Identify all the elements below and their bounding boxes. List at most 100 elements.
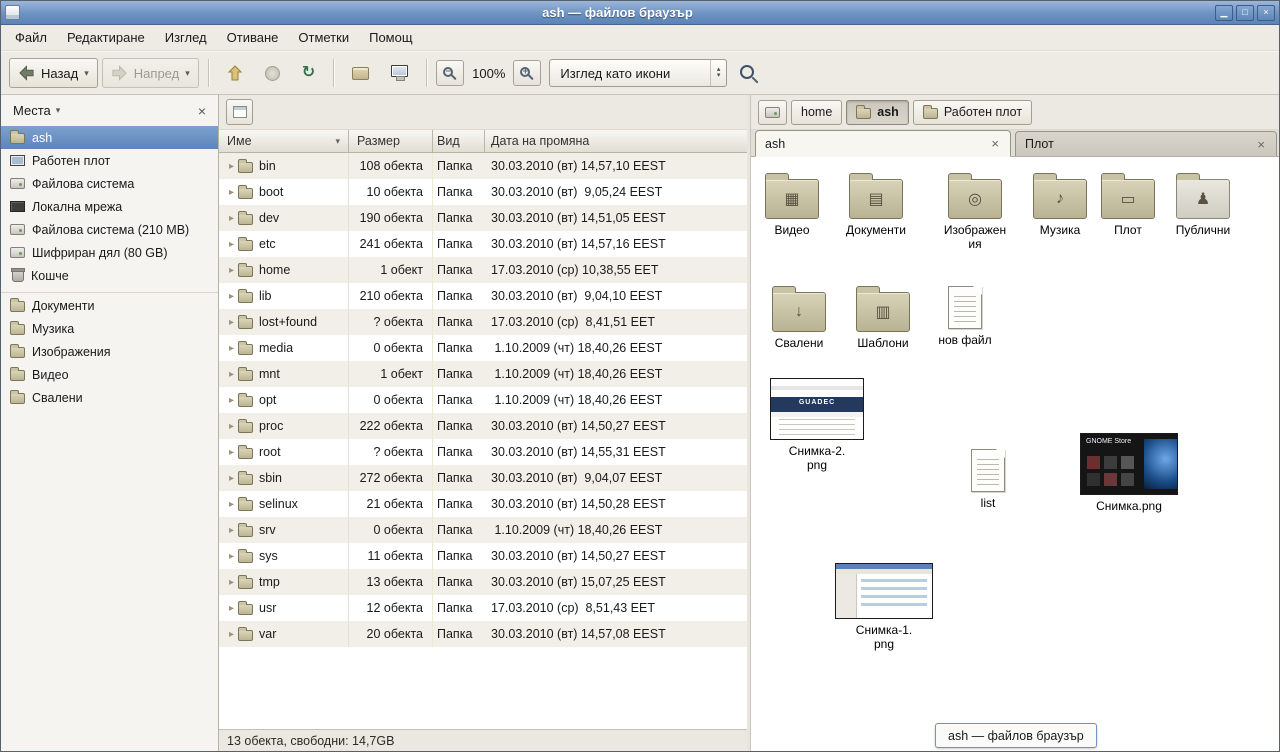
expander-icon[interactable]: ▸ [225, 369, 238, 380]
file-icon-item[interactable]: ♟ Публични [1165, 170, 1241, 237]
file-row[interactable]: ▸ bin 108 обекта Папка 30.03.2010 (вт) 1… [219, 153, 747, 179]
sidebar-item[interactable]: Видео [1, 363, 218, 386]
menu-item[interactable]: Изглед [155, 25, 217, 50]
file-icon-item[interactable]: GUADEC Снимка-2. png [767, 378, 867, 473]
back-dropdown-icon[interactable]: ▾ [84, 68, 89, 79]
expander-icon[interactable]: ▸ [225, 421, 238, 432]
column-header-name[interactable]: Име ▾ [219, 130, 349, 152]
expander-icon[interactable]: ▸ [225, 473, 238, 484]
window-menu-icon[interactable] [5, 5, 20, 20]
pane-location-toggle-button[interactable] [226, 99, 253, 125]
expander-icon[interactable]: ▸ [225, 161, 238, 172]
places-selector[interactable]: Места ▾ [9, 101, 64, 120]
menu-item[interactable]: Отиване [217, 25, 289, 50]
expander-icon[interactable]: ▸ [225, 239, 238, 250]
view-mode-select[interactable]: Изглед като икони ▴ ▾ [549, 59, 727, 87]
file-icon-item[interactable]: нов файл [931, 283, 999, 347]
file-row[interactable]: ▸ mnt 1 обект Папка 1.10.2009 (чт) 18,40… [219, 361, 747, 387]
tab-close-icon[interactable]: × [989, 137, 1001, 150]
expander-icon[interactable]: ▸ [225, 265, 238, 276]
sidebar-close-button[interactable]: × [194, 103, 210, 119]
sidebar-item[interactable]: Свалени [1, 386, 218, 409]
expander-icon[interactable]: ▸ [225, 395, 238, 406]
file-icon-item[interactable]: GNOME Store Снимка.png [1075, 433, 1183, 513]
sidebar-item[interactable]: Кошче [1, 264, 218, 287]
file-row[interactable]: ▸ srv 0 обекта Папка 1.10.2009 (чт) 18,4… [219, 517, 747, 543]
file-row[interactable]: ▸ home 1 обект Папка 17.03.2010 (ср) 10,… [219, 257, 747, 283]
file-icon-item[interactable]: ▥ Шаблони [845, 283, 921, 350]
titlebar[interactable]: ash — файлов браузър ▁ □ × [1, 1, 1279, 25]
zoom-in-button[interactable]: + [513, 60, 541, 86]
tab-plot[interactable]: Плот × [1015, 131, 1277, 156]
file-icon-item[interactable]: Снимка-1. png [830, 563, 938, 652]
up-button[interactable] [218, 58, 252, 88]
expander-icon[interactable]: ▸ [225, 447, 238, 458]
file-row[interactable]: ▸ tmp 13 обекта Папка 30.03.2010 (вт) 15… [219, 569, 747, 595]
file-icon-item[interactable]: ▦ Видео [754, 170, 830, 237]
forward-dropdown-icon[interactable]: ▾ [185, 68, 190, 79]
file-row[interactable]: ▸ media 0 обекта Папка 1.10.2009 (чт) 18… [219, 335, 747, 361]
expander-icon[interactable]: ▸ [225, 291, 238, 302]
file-row[interactable]: ▸ opt 0 обекта Папка 1.10.2009 (чт) 18,4… [219, 387, 747, 413]
file-icon-item[interactable]: ↓ Свалени [761, 283, 837, 350]
file-row[interactable]: ▸ proc 222 обекта Папка 30.03.2010 (вт) … [219, 413, 747, 439]
stop-button[interactable] [256, 58, 289, 88]
expander-icon[interactable]: ▸ [225, 317, 238, 328]
sidebar-item[interactable]: Файлова система [1, 172, 218, 195]
expander-icon[interactable]: ▸ [225, 551, 238, 562]
breadcrumb-home-button[interactable]: home [791, 100, 842, 125]
column-header-date[interactable]: Дата на промяна [485, 130, 747, 152]
menu-item[interactable]: Редактиране [57, 25, 155, 50]
file-row[interactable]: ▸ usr 12 обекта Папка 17.03.2010 (ср) 8,… [219, 595, 747, 621]
expander-icon[interactable]: ▸ [225, 343, 238, 354]
file-row[interactable]: ▸ dev 190 обекта Папка 30.03.2010 (вт) 1… [219, 205, 747, 231]
zoom-out-button[interactable]: − [436, 60, 464, 86]
reload-button[interactable]: ↻ [293, 58, 324, 88]
expander-icon[interactable]: ▸ [225, 187, 238, 198]
sidebar-item[interactable]: Документи [1, 292, 218, 317]
expander-icon[interactable]: ▸ [225, 525, 238, 536]
file-icon-item[interactable]: ♪ Музика [1022, 170, 1098, 237]
sidebar-item[interactable]: ash [1, 126, 218, 149]
combo-spinner-icon[interactable]: ▴ ▾ [710, 60, 727, 86]
minimize-button[interactable]: ▁ [1215, 5, 1233, 21]
sidebar-item[interactable]: Изображения [1, 340, 218, 363]
expander-icon[interactable]: ▸ [225, 629, 238, 640]
tab-ash[interactable]: ash × [755, 130, 1011, 157]
menu-item[interactable]: Файл [5, 25, 57, 50]
file-row[interactable]: ▸ sys 11 обекта Папка 30.03.2010 (вт) 14… [219, 543, 747, 569]
sidebar-item[interactable]: Музика [1, 317, 218, 340]
taskbar-window-button[interactable]: ash — файлов браузър [935, 723, 1097, 748]
file-row[interactable]: ▸ lost+found ? обекта Папка 17.03.2010 (… [219, 309, 747, 335]
breadcrumb-desktop-button[interactable]: Работен плот [913, 100, 1032, 125]
file-row[interactable]: ▸ lib 210 обекта Папка 30.03.2010 (вт) 9… [219, 283, 747, 309]
file-row[interactable]: ▸ sbin 272 обекта Папка 30.03.2010 (вт) … [219, 465, 747, 491]
sidebar-item[interactable]: Локална мрежа [1, 195, 218, 218]
tab-close-icon[interactable]: × [1255, 138, 1267, 151]
breadcrumb-ash-button[interactable]: ash [846, 100, 909, 125]
file-row[interactable]: ▸ var 20 обекта Папка 30.03.2010 (вт) 14… [219, 621, 747, 647]
file-icon-item[interactable]: ◎ Изображен ия [935, 170, 1015, 252]
file-row[interactable]: ▸ etc 241 обекта Папка 30.03.2010 (вт) 1… [219, 231, 747, 257]
file-row[interactable]: ▸ selinux 21 обекта Папка 30.03.2010 (вт… [219, 491, 747, 517]
column-header-type[interactable]: Вид [433, 130, 485, 152]
file-icon-item[interactable]: list [954, 446, 1022, 510]
back-button[interactable]: Назад ▾ [9, 58, 98, 88]
home-button[interactable] [343, 58, 378, 88]
maximize-button[interactable]: □ [1236, 5, 1254, 21]
sidebar-item[interactable]: Файлова система (210 MB) [1, 218, 218, 241]
menu-item[interactable]: Помощ [359, 25, 422, 50]
sidebar-item[interactable]: Работен плот [1, 149, 218, 172]
search-button[interactable] [731, 58, 767, 88]
close-button[interactable]: × [1257, 5, 1275, 21]
computer-button[interactable] [382, 58, 417, 88]
sidebar-item[interactable]: Шифриран дял (80 GB) [1, 241, 218, 264]
column-header-size[interactable]: Размер [349, 130, 433, 152]
menu-item[interactable]: Отметки [288, 25, 359, 50]
file-row[interactable]: ▸ root ? обекта Папка 30.03.2010 (вт) 14… [219, 439, 747, 465]
expander-icon[interactable]: ▸ [225, 603, 238, 614]
file-row[interactable]: ▸ boot 10 обекта Папка 30.03.2010 (вт) 9… [219, 179, 747, 205]
expander-icon[interactable]: ▸ [225, 499, 238, 510]
breadcrumb-root-button[interactable] [758, 100, 787, 125]
file-icon-item[interactable]: ▭ Плот [1092, 170, 1164, 237]
